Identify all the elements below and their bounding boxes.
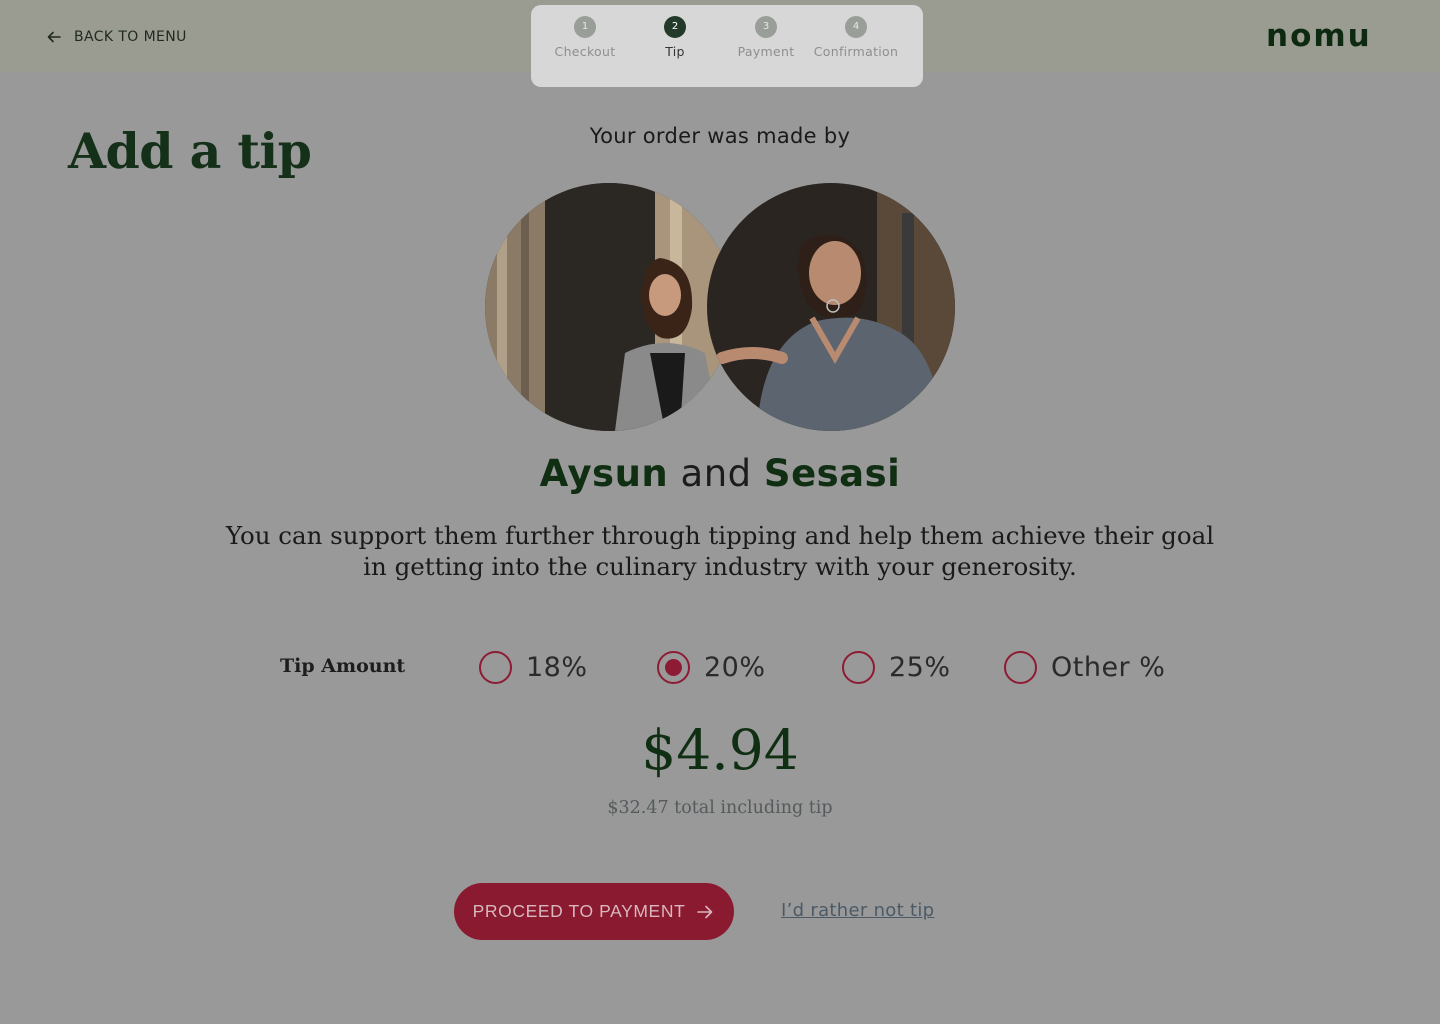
- checkout-stepper: 1 Checkout 2 Tip 3 Payment 4 Confirmatio…: [531, 5, 923, 87]
- no-tip-link[interactable]: I’d rather not tip: [781, 900, 934, 921]
- step-label: Tip: [665, 44, 685, 59]
- back-to-menu-label: BACK TO MENU: [74, 29, 187, 45]
- arrow-right-icon: [697, 905, 713, 918]
- step-label: Confirmation: [813, 44, 899, 59]
- support-description: You can support them further through tip…: [225, 521, 1215, 581]
- radio-button[interactable]: [842, 650, 875, 684]
- step-checkout[interactable]: 1 Checkout: [535, 16, 635, 59]
- step-label: Payment: [737, 44, 795, 59]
- proceed-label: PROCEED TO PAYMENT: [472, 901, 686, 921]
- proceed-to-payment-button[interactable]: PROCEED TO PAYMENT: [454, 883, 734, 940]
- radio-button-selected[interactable]: [657, 650, 690, 684]
- tip-amount-value: $4.94: [641, 718, 799, 782]
- and-word: and: [680, 452, 752, 495]
- back-to-menu-link[interactable]: BACK TO MENU: [46, 27, 187, 47]
- chef-photo-sesasi: [707, 183, 955, 431]
- step-tip[interactable]: 2 Tip: [625, 16, 725, 59]
- radio-button[interactable]: [1004, 650, 1037, 684]
- tip-option-label: Other %: [1051, 651, 1166, 683]
- tip-option-25[interactable]: 25%: [842, 650, 951, 684]
- step-number: 1: [574, 16, 596, 38]
- radio-button[interactable]: [479, 650, 512, 684]
- step-confirmation[interactable]: 4 Confirmation: [806, 16, 906, 59]
- made-by-heading: Your order was made by: [589, 124, 851, 148]
- chef-names: Aysun and Sesasi: [0, 452, 1440, 495]
- step-number: 3: [755, 16, 777, 38]
- tip-option-label: 18%: [526, 651, 588, 683]
- chef-name-1: Aysun: [539, 452, 669, 495]
- chef-name-2: Sesasi: [763, 452, 901, 495]
- tip-amount-label: Tip Amount: [280, 655, 406, 677]
- tip-option-label: 25%: [889, 651, 951, 683]
- tip-option-18[interactable]: 18%: [479, 650, 588, 684]
- tip-option-label: 20%: [704, 651, 766, 683]
- step-number: 2: [664, 16, 686, 38]
- step-label: Checkout: [554, 44, 616, 59]
- arrow-left-icon: [47, 31, 61, 43]
- tip-option-20[interactable]: 20%: [657, 650, 766, 684]
- nomu-logo[interactable]: nomu: [1266, 18, 1372, 54]
- step-payment[interactable]: 3 Payment: [716, 16, 816, 59]
- tip-option-other[interactable]: Other %: [1004, 650, 1165, 684]
- chef-photo-aysun: [485, 183, 733, 431]
- step-number: 4: [845, 16, 867, 38]
- order-total: $32.47 total including tip: [607, 798, 833, 818]
